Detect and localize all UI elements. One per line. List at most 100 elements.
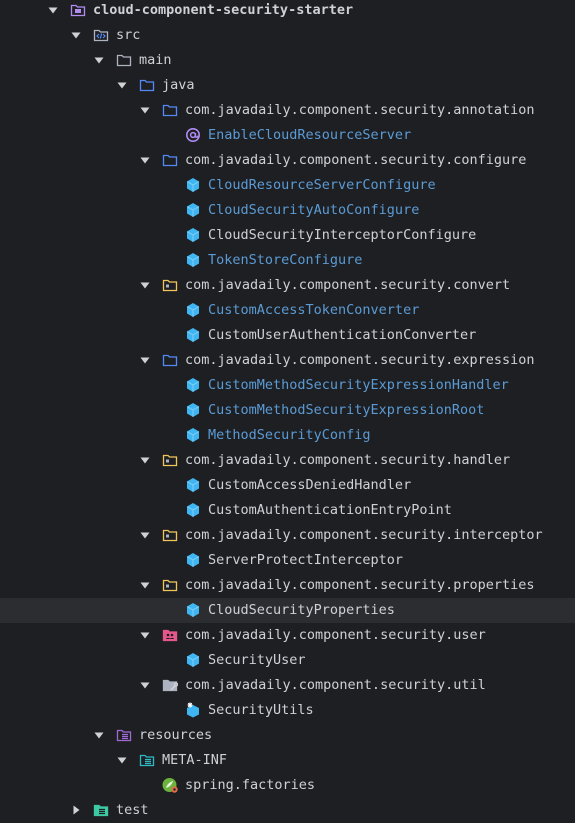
test-folder-icon xyxy=(92,801,110,819)
class-icon xyxy=(184,651,202,669)
tree-item-file[interactable]: CustomAccessDeniedHandler xyxy=(0,473,575,498)
tree-item-label: com.javadaily.component.security.annotat… xyxy=(185,102,535,118)
tree-item-label: com.javadaily.component.security.convert xyxy=(185,277,511,293)
tree-item-folder[interactable]: com.javadaily.component.security.handler xyxy=(0,448,575,473)
tree-item-label: EnableCloudResourceServer xyxy=(208,127,412,143)
tree-item-file[interactable]: CustomMethodSecurityExpressionHandler xyxy=(0,373,575,398)
tree-item-label: com.javadaily.component.security.propert… xyxy=(185,577,535,593)
tree-item-folder[interactable]: com.javadaily.component.security.interce… xyxy=(0,523,575,548)
chevron-down-icon[interactable] xyxy=(139,279,151,291)
tree-item-label: SecurityUtils xyxy=(208,702,314,718)
tree-item-label: CloudSecurityAutoConfigure xyxy=(208,202,420,218)
tree-item-file[interactable]: CustomAccessTokenConverter xyxy=(0,298,575,323)
tree-item-label: spring.factories xyxy=(185,777,316,793)
tree-item-folder[interactable]: cloud-component-security-starter xyxy=(0,0,575,23)
tree-item-label: META-INF xyxy=(162,752,228,768)
tree-item-file[interactable]: CustomUserAuthenticationConverter xyxy=(0,323,575,348)
chevron-down-icon[interactable] xyxy=(116,754,128,766)
chevron-down-icon[interactable] xyxy=(47,4,59,16)
tree-item-label: com.javadaily.component.security.user xyxy=(185,627,486,643)
class-icon xyxy=(184,426,202,444)
tree-item-file[interactable]: ServerProtectInterceptor xyxy=(0,548,575,573)
tree-item-label: CustomMethodSecurityExpressionRoot xyxy=(208,402,485,418)
class-icon xyxy=(184,251,202,269)
chevron-down-icon[interactable] xyxy=(139,454,151,466)
package-icon xyxy=(161,151,179,169)
class-icon xyxy=(184,376,202,394)
tree-item-folder[interactable]: com.javadaily.component.security.propert… xyxy=(0,573,575,598)
tree-item-label: com.javadaily.component.security.interce… xyxy=(185,527,543,543)
tree-item-label: com.javadaily.component.security.configu… xyxy=(185,152,527,168)
chevron-down-icon[interactable] xyxy=(93,54,105,66)
tree-item-folder[interactable]: com.javadaily.component.security.express… xyxy=(0,348,575,373)
folder-icon xyxy=(115,51,133,69)
tree-item-label: com.javadaily.component.security.util xyxy=(185,677,486,693)
tree-item-label: CloudSecurityInterceptorConfigure xyxy=(208,227,477,243)
tree-item-label: CustomUserAuthenticationConverter xyxy=(208,327,477,343)
java-source-root-icon xyxy=(138,76,156,94)
tree-item-label: CloudResourceServerConfigure xyxy=(208,177,436,193)
tree-item-label: com.javadaily.component.security.express… xyxy=(185,352,535,368)
package-yellow-icon xyxy=(161,526,179,544)
tree-item-file[interactable]: TokenStoreConfigure xyxy=(0,248,575,273)
package-icon xyxy=(161,101,179,119)
tree-item-label: cloud-component-security-starter xyxy=(93,2,354,18)
chevron-down-icon[interactable] xyxy=(139,154,151,166)
tree-item-file[interactable]: SecurityUser xyxy=(0,648,575,673)
class-icon xyxy=(184,601,202,619)
tree-item-folder[interactable]: resources xyxy=(0,723,575,748)
tree-item-file[interactable]: CustomMethodSecurityExpressionRoot xyxy=(0,398,575,423)
tree-item-folder[interactable]: src xyxy=(0,23,575,48)
chevron-down-icon[interactable] xyxy=(139,529,151,541)
package-user-icon xyxy=(161,626,179,644)
tree-item-file[interactable]: CustomAuthenticationEntryPoint xyxy=(0,498,575,523)
tree-item-folder[interactable]: com.javadaily.component.security.annotat… xyxy=(0,98,575,123)
tree-item-folder[interactable]: com.javadaily.component.security.user xyxy=(0,623,575,648)
tree-item-label: java xyxy=(162,77,195,93)
tree-item-file[interactable]: CloudSecurityAutoConfigure xyxy=(0,198,575,223)
module-folder-icon xyxy=(69,1,87,19)
chevron-down-icon[interactable] xyxy=(93,729,105,741)
tree-item-file[interactable]: EnableCloudResourceServer xyxy=(0,123,575,148)
tree-item-file[interactable]: CloudSecurityProperties xyxy=(0,598,575,623)
tree-item-label: CustomMethodSecurityExpressionHandler xyxy=(208,377,509,393)
spring-factories-icon xyxy=(161,776,179,794)
tree-item-folder[interactable]: META-INF xyxy=(0,748,575,773)
tree-item-file[interactable]: CloudSecurityInterceptorConfigure xyxy=(0,223,575,248)
class-icon xyxy=(184,176,202,194)
tree-item-label: SecurityUser xyxy=(208,652,306,668)
chevron-down-icon[interactable] xyxy=(139,629,151,641)
tree-item-file[interactable]: spring.factories xyxy=(0,773,575,798)
chevron-down-icon[interactable] xyxy=(139,354,151,366)
tree-item-label: CustomAccessDeniedHandler xyxy=(208,477,412,493)
chevron-down-icon[interactable] xyxy=(139,104,151,116)
tree-item-label: CustomAuthenticationEntryPoint xyxy=(208,502,452,518)
tree-item-file[interactable]: CloudResourceServerConfigure xyxy=(0,173,575,198)
annotation-icon xyxy=(184,126,202,144)
tree-item-folder[interactable]: com.javadaily.component.security.util xyxy=(0,673,575,698)
chevron-down-icon[interactable] xyxy=(70,29,82,41)
tree-item-file[interactable]: MethodSecurityConfig xyxy=(0,423,575,448)
project-tree: cloud-component-security-starter src main j… xyxy=(0,0,575,822)
source-folder-icon xyxy=(92,26,110,44)
tree-item-folder[interactable]: main xyxy=(0,48,575,73)
package-yellow-icon xyxy=(161,451,179,469)
tree-item-label: resources xyxy=(139,727,213,743)
tree-item-label: main xyxy=(139,52,172,68)
class-icon xyxy=(184,501,202,519)
tree-item-folder[interactable]: test xyxy=(0,798,575,823)
chevron-right-icon[interactable] xyxy=(70,804,82,816)
class-icon xyxy=(184,551,202,569)
tree-item-label: CustomAccessTokenConverter xyxy=(208,302,420,318)
tree-item-label: test xyxy=(116,802,149,818)
chevron-down-icon[interactable] xyxy=(116,79,128,91)
class-util-icon xyxy=(184,701,202,719)
chevron-down-icon[interactable] xyxy=(139,679,151,691)
tree-item-folder[interactable]: java xyxy=(0,73,575,98)
tree-item-file[interactable]: SecurityUtils xyxy=(0,698,575,723)
chevron-down-icon[interactable] xyxy=(139,579,151,591)
tree-item-folder[interactable]: com.javadaily.component.security.configu… xyxy=(0,148,575,173)
package-yellow-icon xyxy=(161,576,179,594)
class-icon xyxy=(184,401,202,419)
tree-item-folder[interactable]: com.javadaily.component.security.convert xyxy=(0,273,575,298)
